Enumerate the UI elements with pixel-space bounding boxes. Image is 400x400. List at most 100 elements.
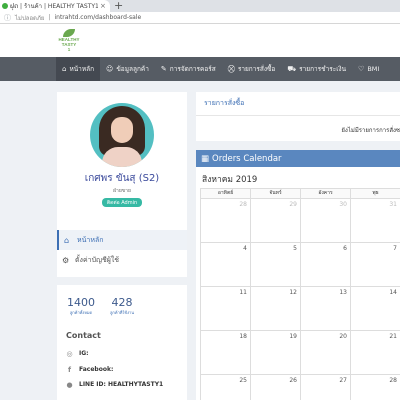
gear-icon: ⚙ <box>62 255 70 265</box>
tab-title: ຟຸດ | ร้านค้า | HEALTHY TASTY1 พร้อมรับ <box>10 3 98 10</box>
calendar-grid: อาทิตย์ จันทร์ อังคาร พุธ 28 29 30 31 4 5 6 7 11 12 13… <box>200 188 400 400</box>
calendar-weekday: จันทร์ <box>250 188 300 199</box>
calendar-month-label: สิงหาคม 2019 <box>202 175 258 185</box>
calendar-day-cell[interactable]: 30 <box>300 199 350 243</box>
contact-title: Contact <box>66 331 101 340</box>
heart-icon: ♡ <box>358 65 365 73</box>
nav-item-5[interactable]: ♡ BMI <box>352 57 385 81</box>
calendar-day-cell[interactable]: 31 <box>350 199 400 243</box>
stats-card: 1400 ลูกค้าทั้งหมด 428 ลูกค้าที่ใช้งาน C… <box>57 285 187 400</box>
url-text[interactable]: intrahtd.com/dashboard-sale <box>54 14 141 21</box>
stat-value: 1400 <box>67 296 95 309</box>
calendar-weekday-row: อาทิตย์ จันทร์ อังคาร พุธ <box>200 188 400 199</box>
stat-label: ลูกค้าทั้งหมด <box>69 310 93 315</box>
calendar-day-cell[interactable]: 28 <box>350 375 400 400</box>
contact-label: Facebook: <box>79 366 114 373</box>
calendar-day-cell[interactable]: 26 <box>250 375 300 400</box>
profile-name: เกศพร ขันสุ (S2) <box>84 173 160 184</box>
nav-item-0[interactable]: ⌂ หน้าหลัก <box>56 57 101 81</box>
calendar-week-row: 28 29 30 31 <box>200 199 400 243</box>
avatar <box>90 103 154 167</box>
calendar-day-cell[interactable]: 25 <box>200 375 250 400</box>
calendar-day-cell[interactable]: 7 <box>350 243 400 287</box>
calendar-day-cell[interactable]: 14 <box>350 287 400 331</box>
calendar-day-cell[interactable]: 19 <box>250 331 300 375</box>
close-tab-icon[interactable]: × <box>100 2 106 10</box>
calendar-weekday: พุธ <box>350 188 400 199</box>
calendar-day-cell[interactable]: 18 <box>200 331 250 375</box>
nav-item-2[interactable]: ✎ การจัดการคอร์ส <box>155 57 222 81</box>
browser-tab-strip: ຟຸດ | ร้านค้า | HEALTHY TASTY1 พร้อมรับ … <box>0 0 400 12</box>
calendar-day-cell[interactable]: 27 <box>300 375 350 400</box>
browser-tab[interactable]: ຟຸດ | ร้านค้า | HEALTHY TASTY1 พร้อมรับ … <box>0 0 110 12</box>
nav-item-label: รายการสั่งซื้อ <box>237 65 276 73</box>
calendar-day-cell[interactable]: 28 <box>200 199 250 243</box>
contact-line[interactable]: ● LINE ID: HEALTHYTASTY1 <box>66 380 163 389</box>
calendar-day-cell[interactable]: 12 <box>250 287 300 331</box>
contact-label: IG: <box>79 350 89 357</box>
calendar-day-cell[interactable]: 20 <box>300 331 350 375</box>
address-bar[interactable]: ⓘ ไม่ปลอดภัย | intrahtd.com/dashboard-sa… <box>0 12 400 24</box>
calendar-weekday: อังคาร <box>300 188 350 199</box>
cart-icon: ⛟ <box>287 64 297 73</box>
info-icon[interactable]: ⓘ <box>4 13 11 23</box>
basket-icon: ⛒ <box>227 64 235 73</box>
profile-role: ฝ่ายขาย <box>113 188 131 194</box>
security-label: ไม่ปลอดภัย <box>15 14 45 22</box>
contact-admin-badge[interactable]: ติดต่อ Admin <box>102 198 142 207</box>
calendar-day-cell[interactable]: 13 <box>300 287 350 331</box>
sidebar-item-1[interactable]: ⚙ ตั้งค่าบัญชีผู้ใช้ <box>57 250 187 270</box>
site-logo[interactable]: HEALTHY TASTY 1 <box>56 27 82 53</box>
site-favicon-icon <box>2 3 8 9</box>
sidebar-item-0[interactable]: ⌂ หน้าหลัก <box>57 230 187 250</box>
calendar-day-cell[interactable]: 21 <box>350 331 400 375</box>
calendar-day-cell[interactable]: 6 <box>300 243 350 287</box>
nav-item-label: ข้อมูลลูกค้า <box>116 65 149 73</box>
nav-item-label: รายการชำระเงิน <box>299 65 347 73</box>
calendar-day-cell[interactable]: 5 <box>250 243 300 287</box>
instagram-icon: ◎ <box>66 349 73 358</box>
orders-calendar-panel: ▦ Orders Calendar สิงหาคม 2019 อาทิตย์ จั… <box>196 150 400 400</box>
stat-active-customers: 428 ลูกค้าที่ใช้งาน <box>107 296 137 316</box>
calendar-week-row: 18 19 20 21 <box>200 331 400 375</box>
line-icon: ● <box>66 380 73 389</box>
user-icon: ☺ <box>106 65 114 73</box>
calendar-day-cell[interactable]: 11 <box>200 287 250 331</box>
sidebar-item-label: หน้าหลัก <box>77 235 104 244</box>
logo-text-3: 1 <box>67 46 71 52</box>
orders-title: รายการสั่งซื้อ <box>196 92 400 116</box>
avatar-body <box>102 147 142 167</box>
nav-item-3[interactable]: ⛒ รายการสั่งซื้อ <box>222 57 282 81</box>
calendar-week-row: 25 26 27 28 <box>200 375 400 400</box>
orders-panel: รายการสั่งซื้อ ยังไม่มีรายการการสั่งซ <box>196 92 400 141</box>
nav-item-4[interactable]: ⛟ รายการชำระเงิน <box>281 57 352 81</box>
stat-label: ลูกค้าที่ใช้งาน <box>109 310 135 315</box>
site-header: HEALTHY TASTY 1 <box>0 24 400 57</box>
facebook-icon: f <box>67 365 72 374</box>
calendar-day-cell[interactable]: 4 <box>200 243 250 287</box>
separator: | <box>48 14 51 21</box>
new-tab-button[interactable]: + <box>114 0 123 12</box>
contact-instagram[interactable]: ◎ IG: <box>66 349 89 358</box>
contact-facebook[interactable]: f Facebook: <box>66 365 114 374</box>
calendar-title: Orders Calendar <box>212 153 282 164</box>
side-menu: ⌂ หน้าหลัก ⚙ ตั้งค่าบัญชีผู้ใช้ <box>57 230 187 270</box>
nav-item-label: หน้าหลัก <box>69 65 95 73</box>
pen-icon: ✎ <box>160 65 167 73</box>
calendar-header: ▦ Orders Calendar <box>196 150 400 167</box>
sidebar-item-label: ตั้งค่าบัญชีผู้ใช้ <box>75 255 120 264</box>
orders-empty-text: ยังไม่มีรายการการสั่งซ <box>341 127 400 134</box>
stat-total-customers: 1400 ลูกค้าทั้งหมด <box>65 296 97 316</box>
home-icon: ⌂ <box>64 235 70 245</box>
calendar-icon: ▦ <box>201 153 210 164</box>
calendar-week-row: 4567 <box>200 243 400 287</box>
nav-item-label: การจัดการคอร์ส <box>169 65 216 73</box>
avatar-face <box>111 117 133 143</box>
main-navbar: ⌂ หน้าหลัก ☺ ข้อมูลลูกค้า ✎ การจัดการคอร์ส ⛒ รา… <box>0 57 400 81</box>
calendar-weekday: อาทิตย์ <box>200 188 250 199</box>
home-icon: ⌂ <box>62 65 67 73</box>
nav-item-1[interactable]: ☺ ข้อมูลลูกค้า <box>100 57 155 81</box>
calendar-week-row: 11 12 13 14 <box>200 287 400 331</box>
calendar-day-cell[interactable]: 29 <box>250 199 300 243</box>
leaf-icon <box>63 28 75 37</box>
